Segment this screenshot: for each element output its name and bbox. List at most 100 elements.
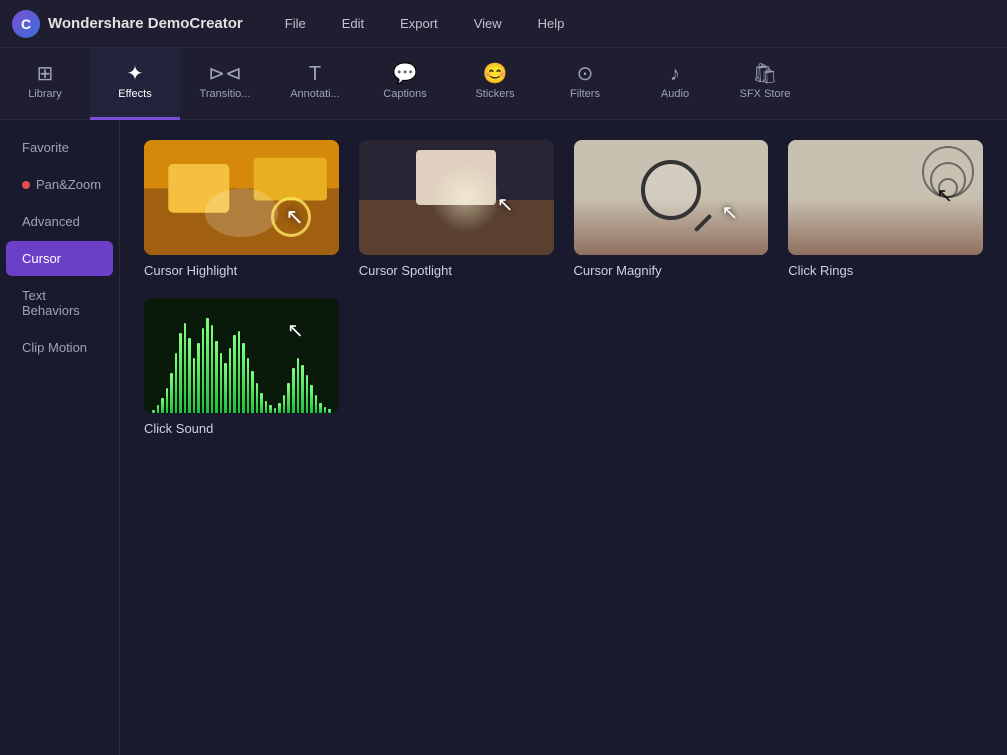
filters-icon: ⊙	[577, 64, 594, 84]
wave-bar	[310, 385, 313, 413]
cursor-spotlight-label: Cursor Spotlight	[359, 263, 554, 278]
magnify-glass-icon	[641, 160, 701, 220]
wave-bar	[211, 325, 214, 413]
content-area: ↖ Cursor Highlight ↖ Cursor Spotlight	[120, 120, 1007, 755]
wave-bar	[242, 343, 245, 413]
library-icon: ⊞	[37, 64, 54, 84]
wave-bar	[328, 409, 331, 413]
sidebar-pan-zoom-label: Pan&Zoom	[36, 177, 101, 192]
wave-bar	[297, 358, 300, 413]
menu-view[interactable]: View	[468, 12, 508, 35]
toolbar-audio[interactable]: ♪ Audio	[630, 48, 720, 120]
effect-card-cursor-spotlight[interactable]: ↖ Cursor Spotlight	[359, 140, 554, 278]
wave-bar	[301, 365, 304, 413]
effect-card-click-sound[interactable]: ↖ Click Sound	[144, 298, 339, 436]
toolbar-stickers[interactable]: 😊 Stickers	[450, 48, 540, 120]
cursor-arrow-highlight-icon: ↖	[285, 204, 303, 230]
app-logo: C Wondershare DemoCreator	[12, 10, 243, 38]
stickers-icon: 😊	[483, 64, 508, 84]
menu-edit[interactable]: Edit	[336, 12, 370, 35]
cursor-highlight-label: Cursor Highlight	[144, 263, 339, 278]
sidebar-item-text-behaviors[interactable]: Text Behaviors	[6, 278, 113, 328]
wave-bar	[269, 405, 272, 413]
menu-help[interactable]: Help	[532, 12, 571, 35]
wave-bar	[283, 395, 286, 413]
menu-file[interactable]: File	[279, 12, 312, 35]
effects-icon: ✦	[127, 64, 144, 84]
wave-bar	[319, 403, 322, 413]
sidebar-item-favorite[interactable]: Favorite	[6, 130, 113, 165]
toolbar-captions-label: Captions	[383, 88, 426, 100]
click-rings-thumbnail: ↖	[788, 140, 983, 255]
wave-bar	[152, 410, 155, 413]
wave-bar	[274, 408, 277, 413]
wave-bar	[157, 405, 160, 413]
toolbar-sfxstore[interactable]: 🛍 SFX Store	[720, 48, 810, 120]
cursor-arrow-rings-icon: ↖	[936, 183, 953, 208]
wave-bar	[161, 398, 164, 413]
effect-card-click-rings[interactable]: ↖ Click Rings	[788, 140, 983, 278]
spotlight-glow-icon	[431, 163, 501, 233]
wave-bar	[220, 353, 223, 413]
toolbar-annotations[interactable]: T Annotati...	[270, 48, 360, 120]
wave-bar	[166, 388, 169, 413]
toolbar-effects-label: Effects	[118, 88, 151, 100]
wave-bar	[292, 368, 295, 413]
wave-bar	[278, 403, 281, 413]
wave-bar	[256, 383, 259, 413]
wave-bar	[215, 341, 218, 413]
effect-card-cursor-highlight[interactable]: ↖ Cursor Highlight	[144, 140, 339, 278]
wave-bar	[287, 383, 290, 413]
wave-bar	[206, 318, 209, 413]
wave-bar	[175, 353, 178, 413]
wave-bar	[233, 335, 236, 413]
effect-card-cursor-magnify[interactable]: ↖ Cursor Magnify	[574, 140, 769, 278]
sidebar-item-cursor[interactable]: Cursor	[6, 241, 113, 276]
wave-bar	[306, 375, 309, 413]
sidebar-item-advanced[interactable]: Advanced	[6, 204, 113, 239]
toolbar-annotations-label: Annotati...	[290, 88, 340, 100]
app-logo-icon: C	[12, 10, 40, 38]
toolbar-audio-label: Audio	[661, 88, 689, 100]
transitions-icon: ⊳⊲	[208, 64, 242, 84]
toolbar-captions[interactable]: 💬 Captions	[360, 48, 450, 120]
wave-bar	[188, 338, 191, 413]
toolbar-transitions[interactable]: ⊳⊲ Transitio...	[180, 48, 270, 120]
pan-zoom-dot-icon	[22, 181, 30, 189]
toolbar-effects[interactable]: ✦ Effects	[90, 48, 180, 120]
wave-bar	[238, 331, 241, 413]
sidebar-clip-motion-label: Clip Motion	[22, 340, 87, 355]
toolbar-transitions-label: Transitio...	[200, 88, 251, 100]
sound-waveform	[144, 323, 339, 413]
toolbar-sfxstore-label: SFX Store	[740, 88, 791, 100]
wave-bar	[324, 407, 327, 413]
toolbar-stickers-label: Stickers	[475, 88, 514, 100]
sidebar-text-behaviors-label: Text Behaviors	[22, 288, 97, 318]
wave-bar	[184, 323, 187, 413]
wave-bar	[197, 343, 200, 413]
cursor-magnify-label: Cursor Magnify	[574, 263, 769, 278]
wave-bar	[251, 371, 254, 413]
wave-bar	[265, 401, 268, 413]
toolbar: ⊞ Library ✦ Effects ⊳⊲ Transitio... T An…	[0, 48, 1007, 120]
toolbar-library[interactable]: ⊞ Library	[0, 48, 90, 120]
click-sound-thumbnail: ↖	[144, 298, 339, 413]
captions-icon: 💬	[393, 64, 418, 84]
cursor-magnify-thumbnail: ↖	[574, 140, 769, 255]
menu-export[interactable]: Export	[394, 12, 444, 35]
menu-bar: C Wondershare DemoCreator File Edit Expo…	[0, 0, 1007, 48]
sidebar-item-pan-zoom[interactable]: Pan&Zoom	[6, 167, 113, 202]
cursor-highlight-thumbnail: ↖	[144, 140, 339, 255]
sidebar-item-clip-motion[interactable]: Clip Motion	[6, 330, 113, 365]
toolbar-filters[interactable]: ⊙ Filters	[540, 48, 630, 120]
wave-bar	[193, 358, 196, 413]
click-rings-label: Click Rings	[788, 263, 983, 278]
wave-bar	[202, 328, 205, 413]
sidebar-favorite-label: Favorite	[22, 140, 69, 155]
wave-bar	[315, 395, 318, 413]
effects-grid: ↖ Cursor Highlight ↖ Cursor Spotlight	[144, 140, 983, 436]
cursor-spotlight-thumbnail: ↖	[359, 140, 554, 255]
click-sound-label: Click Sound	[144, 421, 339, 436]
sidebar-cursor-label: Cursor	[22, 251, 61, 266]
sidebar-advanced-label: Advanced	[22, 214, 80, 229]
